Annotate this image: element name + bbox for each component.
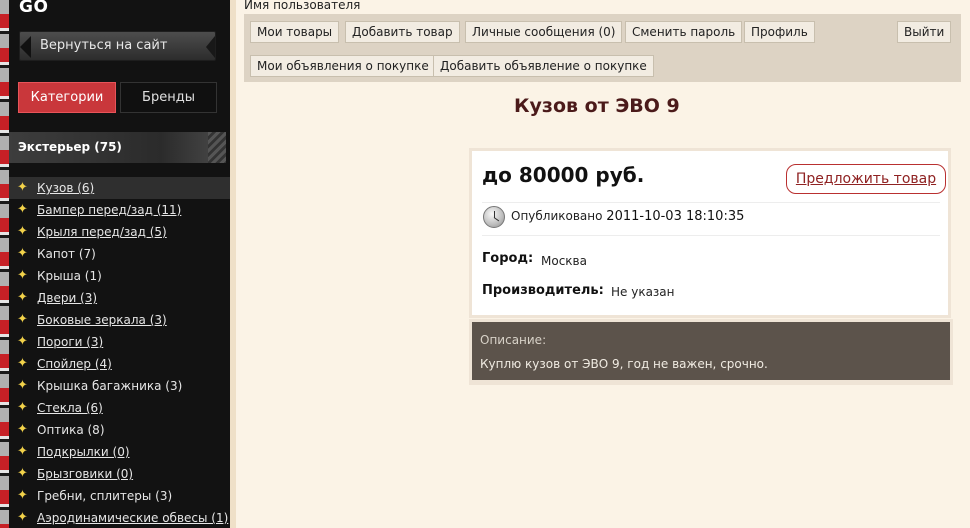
profile-button[interactable]: Профиль [744,21,815,43]
notch-decoration [206,36,215,58]
category-star-icon: ✦ [17,224,28,239]
category-item[interactable]: ✦ Бампер перед/зад (11) [9,199,230,221]
messages-button[interactable]: Личные сообщения (0) [465,21,623,43]
divider [482,202,940,203]
tab-brands[interactable]: Бренды [120,82,217,113]
category-star-icon: ✦ [17,466,28,481]
category-item-label[interactable]: Бампер перед/зад (11) [37,203,181,217]
category-item[interactable]: ✦ Стекла (6) [9,397,230,419]
category-star-icon: ✦ [17,444,28,459]
back-to-site-label: Вернуться на сайт [40,38,168,53]
category-item[interactable]: ✦ Брызговики (0) [9,463,230,485]
offer-good-button[interactable]: Предложить товар [786,164,946,194]
category-item-label[interactable]: Оптика (8) [37,423,105,437]
category-item[interactable]: ✦ Капот (7) [9,243,230,265]
category-item-label[interactable]: Подкрылки (0) [37,445,130,459]
category-star-icon: ✦ [17,378,28,393]
category-item-label[interactable]: Кузов (6) [37,181,94,195]
maker-label: Производитель: [482,283,604,298]
category-item[interactable]: ✦ Аэродинамические обвесы (1) [9,507,230,528]
category-star-icon: ✦ [17,290,28,305]
logout-button[interactable]: Выйти [897,21,952,43]
category-star-icon: ✦ [17,334,28,349]
category-item[interactable]: ✦ Гребни, сплитеры (3) [9,485,230,507]
category-item-label[interactable]: Крышка багажника (3) [37,379,182,393]
page-title: Кузов от ЭВО 9 [514,95,680,117]
category-item-label[interactable]: Гребни, сплитеры (3) [37,489,172,503]
category-item-label[interactable]: Аэродинамические обвесы (1) [37,511,228,525]
category-section-header[interactable]: Экстерьер (75) [9,132,226,163]
category-star-icon: ✦ [17,246,28,261]
category-star-icon: ✦ [17,312,28,327]
category-item-label[interactable]: Брызговики (0) [37,467,133,481]
category-item-label[interactable]: Боковые зеркала (3) [37,313,167,327]
description-box: Описание: Куплю кузов от ЭВО 9, год не в… [472,322,950,380]
category-star-icon: ✦ [17,202,28,217]
add-ad-button[interactable]: Добавить объявление о покупке [433,55,654,77]
category-star-icon: ✦ [17,356,28,371]
category-item[interactable]: ✦ Крышка багажника (3) [9,375,230,397]
category-item[interactable]: ✦ Оптика (8) [9,419,230,441]
my-ads-button[interactable]: Мои объявления о покупке [250,55,436,77]
username-label: Имя пользователя [244,0,361,12]
site-logo: GO [19,0,49,17]
published-date: 2011-10-03 18:10:35 [606,209,745,224]
city-value: Москва [541,254,587,268]
category-item[interactable]: ✦ Двери (3) [9,287,230,309]
category-item[interactable]: ✦ Спойлер (4) [9,353,230,375]
category-star-icon: ✦ [17,510,28,525]
description-label: Описание: [480,333,547,347]
category-item[interactable]: ✦ Крыша (1) [9,265,230,287]
category-item[interactable]: ✦ Крыля перед/зад (5) [9,221,230,243]
category-item-label[interactable]: Капот (7) [37,247,96,261]
category-item[interactable]: ✦ Кузов (6) [9,177,230,199]
my-goods-button[interactable]: Мои товары [250,21,340,43]
clock-icon [483,206,505,228]
city-label: Город: [482,251,534,266]
tab-categories[interactable]: Категории [18,82,116,113]
divider [482,235,940,236]
category-item-label[interactable]: Стекла (6) [37,401,103,415]
published-label: Опубликовано [511,209,603,223]
category-section-title: Экстерьер (75) [18,140,122,154]
listing-price: до 80000 руб. [482,163,645,187]
change-password-button[interactable]: Сменить пароль [625,21,743,43]
back-to-site-button[interactable]: Вернуться на сайт [19,31,216,61]
category-item-label[interactable]: Крыша (1) [37,269,102,283]
category-star-icon: ✦ [17,400,28,415]
published-info: Опубликовано 2011-10-03 18:10:35 [511,209,744,224]
sidebar: GO Вернуться на сайт Категории Бренды Эк… [9,0,230,528]
section-decoration [208,132,226,163]
category-item[interactable]: ✦ Пороги (3) [9,331,230,353]
category-item[interactable]: ✦ Подкрылки (0) [9,441,230,463]
back-arrow-icon [20,36,31,58]
category-item-label[interactable]: Пороги (3) [37,335,103,349]
main-content: Имя пользователя Мои товары Добавить тов… [230,0,970,528]
category-list: ✦ Кузов (6) ✦ Бампер перед/зад (11) ✦ Крыля… [9,177,230,528]
listing-card: до 80000 руб. Предложить товар Опубликов… [469,148,951,318]
user-toolbar: Мои товары Добавить товар Личные сообщен… [244,14,961,82]
category-star-icon: ✦ [17,180,28,195]
category-star-icon: ✦ [17,488,28,503]
category-star-icon: ✦ [17,422,28,437]
maker-value: Не указан [611,285,675,299]
category-item[interactable]: ✦ Боковые зеркала (3) [9,309,230,331]
decorative-stripe [0,0,9,528]
category-star-icon: ✦ [17,268,28,283]
category-item-label[interactable]: Двери (3) [37,291,97,305]
category-item-label[interactable]: Крыля перед/зад (5) [37,225,167,239]
description-text: Куплю кузов от ЭВО 9, год не важен, сроч… [480,357,768,371]
add-good-button[interactable]: Добавить товар [345,21,460,43]
category-item-label[interactable]: Спойлер (4) [37,357,112,371]
